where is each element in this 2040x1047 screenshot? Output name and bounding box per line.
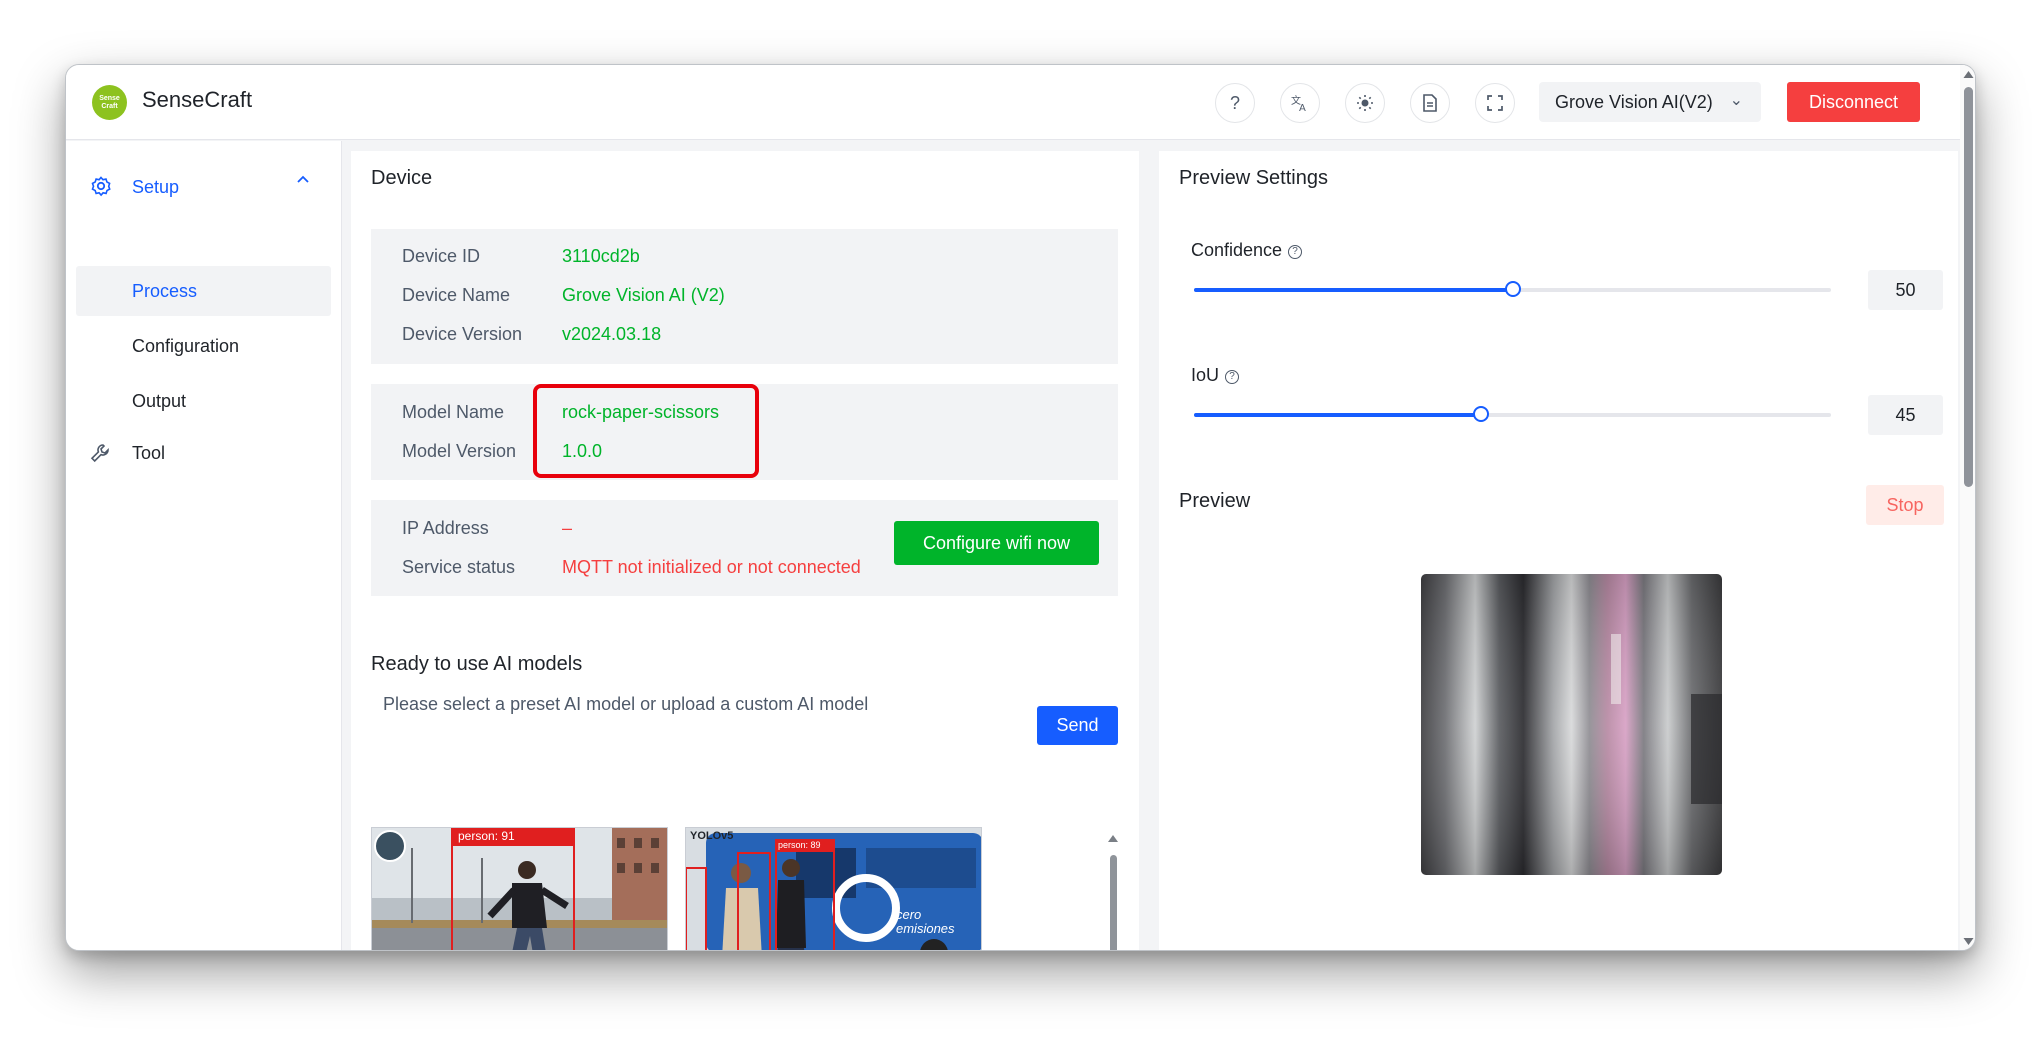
chevron-down-icon: ⌄ — [1729, 92, 1743, 109]
device-title: Device — [371, 167, 433, 189]
confidence-label-row: Confidence? — [1191, 240, 1303, 261]
iou-label-row: IoU? — [1191, 365, 1240, 386]
sidebar-group-setup[interactable]: Setup — [66, 165, 342, 209]
network-info-box: IP Address – Service status MQTT not ini… — [371, 500, 1118, 596]
model-info-box: Model Name rock-paper-scissors Model Ver… — [371, 384, 1118, 480]
sidebar-group-tool-label: Tool — [132, 442, 166, 463]
sidebar-item-output[interactable]: Output — [76, 376, 331, 426]
top-header: Sense Craft SenseCraft ? 文A Grove Vision… — [66, 65, 1975, 140]
models-subtitle: Please select a preset AI model or uploa… — [383, 694, 869, 714]
confidence-slider[interactable] — [1194, 281, 1831, 297]
model-version-label: Model Version — [402, 441, 517, 461]
models-title: Ready to use AI models — [371, 653, 583, 675]
service-status-label: Service status — [402, 557, 516, 577]
ip-address-value: – — [562, 518, 573, 538]
detection-tag: person: 91 — [458, 829, 515, 843]
theme-icon[interactable] — [1345, 83, 1385, 123]
confidence-value: 50 — [1895, 279, 1916, 300]
confidence-slider-fill — [1194, 288, 1513, 292]
device-name-value: Grove Vision AI (V2) — [562, 285, 725, 305]
device-version-value: v2024.03.18 — [562, 324, 662, 344]
model-thumbnail-person[interactable]: person: 91 — [371, 827, 668, 950]
iou-value: 45 — [1895, 404, 1916, 425]
device-id-label: Device ID — [402, 246, 481, 266]
highlight-box — [533, 384, 759, 478]
device-select-value: Grove Vision AI(V2) — [1555, 91, 1713, 112]
iou-slider-thumb[interactable] — [1472, 406, 1489, 422]
sidebar-item-label: Output — [132, 390, 187, 411]
detection-tag: person: 89 — [778, 840, 821, 850]
translate-icon[interactable]: 文A — [1280, 83, 1320, 123]
gear-icon — [90, 175, 112, 202]
sidebar: Setup Process Configuration Output Tool — [66, 141, 342, 950]
sidebar-item-configuration[interactable]: Configuration — [76, 321, 331, 371]
iou-label: IoU — [1191, 365, 1220, 385]
camera-preview — [1421, 574, 1722, 875]
device-select[interactable]: Grove Vision AI(V2) ⌄ — [1539, 82, 1761, 122]
confidence-label: Confidence — [1191, 240, 1283, 260]
confidence-input[interactable]: 50 — [1868, 270, 1943, 310]
confidence-slider-thumb[interactable] — [1504, 281, 1521, 297]
device-card: Device Device ID 3110cd2b Device Name Gr… — [351, 151, 1139, 950]
send-button[interactable]: Send — [1037, 706, 1118, 745]
stop-button[interactable]: Stop — [1866, 485, 1944, 525]
yolo-brand: YOLOv5 — [690, 830, 734, 842]
device-name-label: Device Name — [402, 285, 511, 305]
info-icon[interactable]: ? — [1288, 245, 1303, 259]
sidebar-item-label: Configuration — [132, 335, 240, 356]
service-status-value: MQTT not initialized or not connected — [562, 557, 861, 577]
sidebar-group-tool[interactable]: Tool — [66, 431, 342, 475]
app-window: Sense Craft SenseCraft ? 文A Grove Vision… — [65, 64, 1976, 951]
device-id-value: 3110cd2b — [562, 246, 640, 266]
models-scrollbar[interactable] — [1105, 827, 1121, 950]
wrench-icon — [90, 443, 110, 468]
fullscreen-icon[interactable] — [1475, 83, 1515, 123]
info-icon[interactable]: ? — [1225, 370, 1240, 384]
device-info-box: Device ID 3110cd2b Device Name Grove Vis… — [371, 229, 1118, 364]
ip-address-label: IP Address — [402, 518, 489, 538]
sidebar-item-process[interactable]: Process — [76, 266, 331, 316]
iou-input[interactable]: 45 — [1868, 395, 1943, 435]
iou-slider-fill — [1194, 413, 1481, 417]
document-icon[interactable] — [1410, 83, 1450, 123]
svg-text:A: A — [1299, 103, 1306, 113]
configure-wifi-button[interactable]: Configure wifi now — [894, 521, 1099, 565]
preview-title: Preview — [1179, 490, 1251, 512]
preview-settings-card: Preview Settings Confidence? 50 IoU? 45 … — [1159, 151, 1958, 950]
window-scrollbar[interactable] — [1960, 65, 1975, 950]
model-name-label: Model Name — [402, 402, 505, 422]
sensecraft-logo: Sense Craft — [92, 85, 127, 120]
brand-name: SenseCraft — [142, 87, 253, 112]
sidebar-item-label: Process — [132, 280, 198, 301]
bus-text: cero emisiones — [896, 907, 955, 936]
help-icon[interactable]: ? — [1215, 83, 1255, 123]
device-version-label: Device Version — [402, 324, 523, 344]
disconnect-button[interactable]: Disconnect — [1787, 82, 1920, 122]
sidebar-group-setup-label: Setup — [132, 176, 180, 197]
chevron-up-icon — [296, 173, 310, 192]
model-thumbnail-bus[interactable]: YOLOv5 person: 89 cero emisiones — [685, 827, 982, 950]
preview-settings-title: Preview Settings — [1179, 167, 1328, 189]
iou-slider[interactable] — [1194, 406, 1831, 422]
